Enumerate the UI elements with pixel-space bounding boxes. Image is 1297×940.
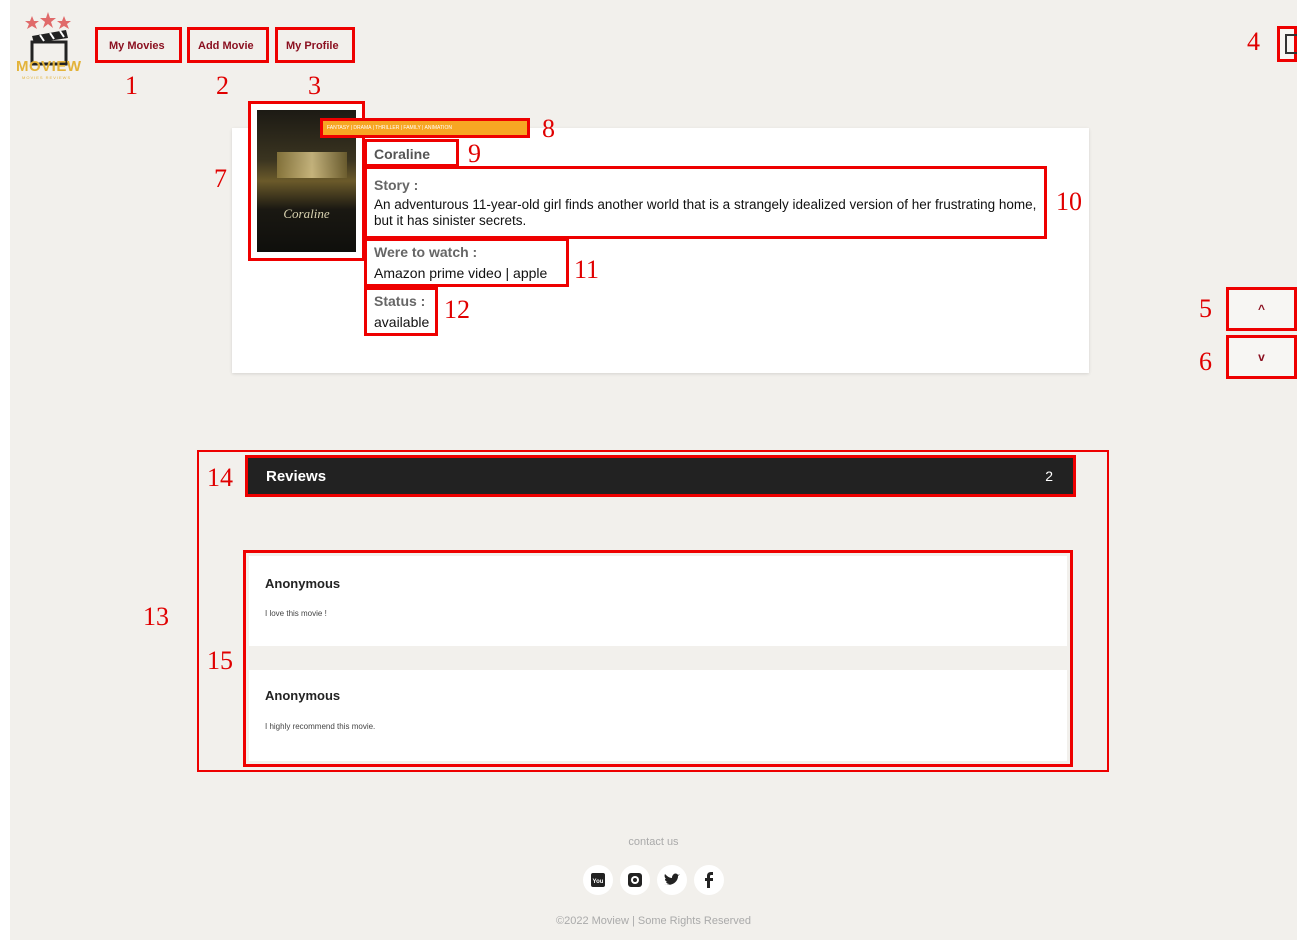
genre-tags: FANTASY | DRAMA | THRILLER | FAMILY | AN…: [320, 118, 530, 138]
annotation-13: 13: [143, 602, 169, 631]
annotation-8: 8: [542, 114, 555, 143]
watch-text: Amazon prime video | apple: [374, 265, 548, 281]
annotation-11: 11: [574, 255, 600, 284]
scroll-up-button[interactable]: ^: [1226, 287, 1297, 331]
review-text: I highly recommend this movie.: [265, 722, 376, 731]
scroll-down-button[interactable]: v: [1226, 335, 1297, 379]
watch-label: Were to watch :: [374, 244, 478, 260]
movie-story: Story : An adventurous 11-year-old girl …: [364, 166, 1047, 239]
twitter-icon[interactable]: [657, 865, 687, 895]
annotation-14: 14: [207, 463, 233, 492]
nav-my-profile[interactable]: My Profile: [286, 40, 339, 52]
review-text: I love this movie !: [265, 609, 327, 618]
annotation-2: 2: [216, 71, 229, 100]
nav-add-movie-box[interactable]: Add Movie: [187, 27, 269, 63]
annotation-10: 10: [1056, 187, 1082, 216]
movie-status: Status : available: [364, 287, 438, 336]
copyright: ©2022 Moview | Some Rights Reserved: [556, 915, 751, 927]
annotation-3: 3: [308, 71, 321, 100]
annotation-5: 5: [1199, 294, 1212, 323]
reviews-label: Reviews: [266, 468, 327, 485]
review-item: Anonymous I love this movie !: [249, 556, 1067, 646]
logo-text: MOVIEW: [16, 58, 82, 75]
annotation-15: 15: [207, 646, 233, 675]
facebook-icon[interactable]: [694, 865, 724, 895]
review-list: Anonymous I love this movie ! Anonymous …: [243, 550, 1073, 767]
annotation-6: 6: [1199, 347, 1212, 376]
status-label: Status :: [374, 293, 426, 309]
story-text: An adventurous 11-year-old girl finds an…: [374, 197, 1037, 228]
nav-add-movie[interactable]: Add Movie: [198, 40, 254, 52]
logout-button[interactable]: [1277, 26, 1297, 62]
nav-my-movies[interactable]: My Movies: [109, 40, 165, 52]
exit-icon: [1285, 34, 1297, 54]
review-item: Anonymous I highly recommend this movie.: [249, 670, 1067, 761]
review-author: Anonymous: [265, 576, 341, 591]
annotation-12: 12: [444, 295, 470, 324]
status-text: available: [374, 314, 430, 330]
annotation-7: 7: [214, 164, 227, 193]
where-to-watch: Were to watch : Amazon prime video | app…: [364, 238, 569, 287]
reviews-count: 2: [1045, 468, 1053, 484]
annotation-9: 9: [468, 139, 481, 168]
logo-tagline: MOVIES REVIEWS: [22, 75, 72, 80]
poster-title: Coraline: [283, 206, 330, 221]
nav-my-profile-box[interactable]: My Profile: [275, 27, 355, 63]
contact-us-link[interactable]: contact us: [0, 836, 1297, 848]
movie-title: Coraline: [364, 139, 459, 167]
story-label: Story :: [374, 177, 419, 193]
youtube-icon[interactable]: You: [583, 865, 613, 895]
reviews-header[interactable]: Reviews 2: [245, 455, 1076, 497]
review-author: Anonymous: [265, 688, 341, 703]
svg-text:You: You: [593, 879, 604, 885]
nav-my-movies-box[interactable]: My Movies: [95, 27, 182, 63]
annotation-4: 4: [1247, 27, 1260, 56]
annotation-1: 1: [125, 71, 138, 100]
instagram-icon[interactable]: [620, 865, 650, 895]
